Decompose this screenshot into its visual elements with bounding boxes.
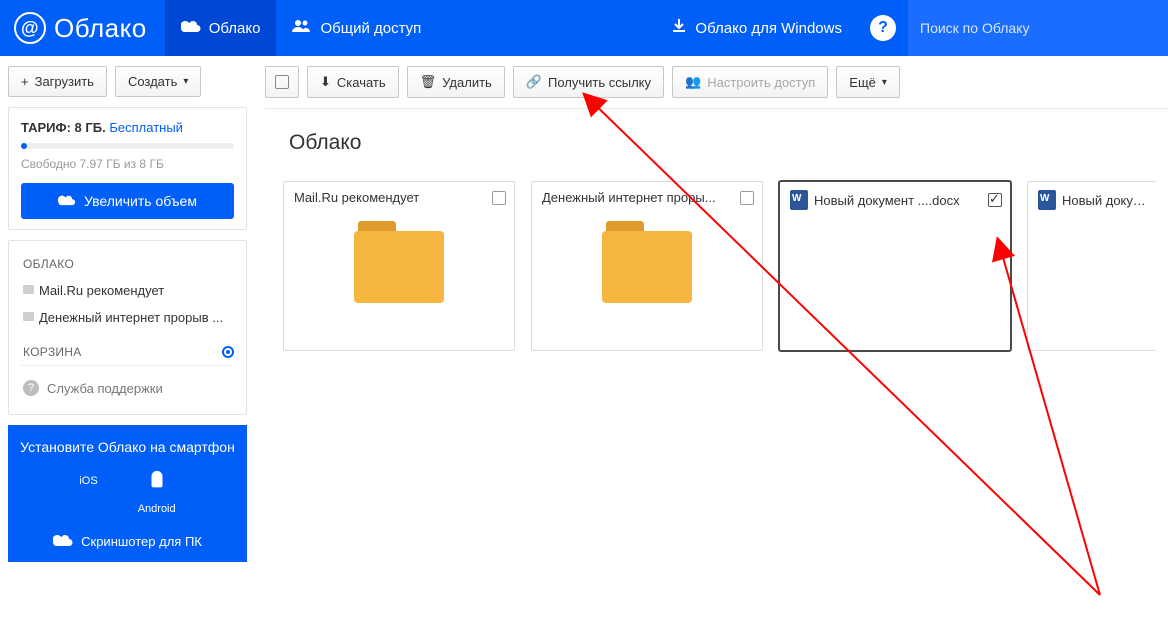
chevron-down-icon: ▾ bbox=[183, 76, 188, 87]
nav-shared-label: Общий доступ bbox=[320, 20, 421, 37]
promo-android[interactable]: Android bbox=[138, 469, 176, 515]
file-grid: Mail.Ru рекомендует Денежный интернет пр… bbox=[265, 163, 1168, 351]
upload-label: Загрузить bbox=[35, 74, 94, 89]
file-label: Новый документ ....docx bbox=[814, 193, 982, 208]
search-box[interactable] bbox=[908, 0, 1168, 56]
nav-cloud-label: Облако bbox=[209, 20, 261, 37]
more-label: Ещё bbox=[849, 75, 876, 90]
logo-at-icon: @ bbox=[14, 12, 46, 44]
upload-button[interactable]: + Загрузить bbox=[8, 66, 107, 97]
cloud-download-icon bbox=[53, 533, 73, 550]
breadcrumb-title: Облако bbox=[265, 108, 1168, 163]
delete-label: Удалить bbox=[442, 75, 492, 90]
file-card-folder[interactable]: Денежный интернет проры... bbox=[531, 181, 763, 351]
promo-screenshoter[interactable]: Скриншотер для ПК bbox=[18, 533, 237, 550]
link-icon: 🔗 bbox=[526, 74, 542, 90]
file-card-folder[interactable]: Mail.Ru рекомендует bbox=[283, 181, 515, 351]
logo-text: Облако bbox=[54, 13, 147, 44]
trash-indicator-icon bbox=[222, 346, 234, 358]
sidebar: + Загрузить Создать ▾ ТАРИФ: 8 ГБ. Беспл… bbox=[0, 56, 255, 562]
question-icon: ? bbox=[23, 380, 39, 396]
tree-panel: ОБЛАКО Mail.Ru рекомендует Денежный инте… bbox=[8, 240, 247, 415]
support-link[interactable]: ? Служба поддержки bbox=[21, 365, 234, 410]
section-cloud-label: ОБЛАКО bbox=[23, 257, 74, 271]
section-cloud-head[interactable]: ОБЛАКО bbox=[23, 257, 234, 271]
delete-button[interactable]: 🗑 Удалить bbox=[407, 66, 505, 98]
more-button[interactable]: Ещё ▾ bbox=[836, 66, 900, 98]
file-checkbox[interactable] bbox=[988, 193, 1002, 207]
download-label: Скачать bbox=[337, 75, 386, 90]
logo[interactable]: @ Облако bbox=[0, 0, 165, 56]
promo-ios[interactable]: iOS bbox=[79, 469, 97, 515]
folder-icon bbox=[602, 231, 692, 303]
promo-ios-label: iOS bbox=[79, 475, 97, 487]
select-all-checkbox[interactable] bbox=[265, 66, 299, 98]
search-input[interactable] bbox=[920, 20, 1156, 36]
folder-icon bbox=[354, 231, 444, 303]
help-button[interactable]: ? bbox=[870, 15, 896, 41]
tariff-plan-link[interactable]: Бесплатный bbox=[109, 120, 183, 135]
tariff-label: ТАРИФ: 8 ГБ. bbox=[21, 120, 106, 135]
get-link-label: Получить ссылку bbox=[548, 75, 651, 90]
configure-access-button[interactable]: 👥 Настроить доступ bbox=[672, 66, 828, 98]
trash-icon: 🗑 bbox=[420, 74, 437, 90]
get-link-button[interactable]: 🔗 Получить ссылку bbox=[513, 66, 664, 98]
tariff-line: ТАРИФ: 8 ГБ. Бесплатный bbox=[21, 120, 234, 135]
section-trash-head[interactable]: КОРЗИНА bbox=[23, 345, 234, 359]
word-doc-icon bbox=[1038, 190, 1056, 210]
file-label: Денежный интернет проры... bbox=[542, 190, 734, 205]
cloud-icon bbox=[58, 193, 76, 209]
file-checkbox[interactable] bbox=[740, 191, 754, 205]
chevron-down-icon: ▾ bbox=[882, 77, 887, 88]
enlarge-label: Увеличить объем bbox=[84, 193, 197, 209]
configure-label: Настроить доступ bbox=[707, 75, 815, 90]
people-icon: 👥 bbox=[685, 74, 701, 90]
create-button[interactable]: Создать ▾ bbox=[115, 66, 201, 97]
download-icon: ⬇ bbox=[320, 74, 331, 90]
android-icon bbox=[138, 469, 176, 497]
promo-android-label: Android bbox=[138, 503, 176, 515]
file-card-doc[interactable]: Новый докумен bbox=[1027, 181, 1157, 351]
file-label: Новый докумен bbox=[1062, 193, 1149, 208]
cloud-icon bbox=[181, 19, 201, 37]
storage-free: Свободно 7.97 ГБ из 8 ГБ bbox=[21, 157, 234, 171]
download-button[interactable]: ⬇ Скачать bbox=[307, 66, 399, 98]
toolbar: ⬇ Скачать 🗑 Удалить 🔗 Получить ссылку 👥 … bbox=[265, 66, 1168, 108]
nav-windows[interactable]: Облако для Windows bbox=[655, 0, 858, 56]
section-trash-label: КОРЗИНА bbox=[23, 345, 82, 359]
file-checkbox[interactable] bbox=[492, 191, 506, 205]
plus-icon: + bbox=[21, 74, 29, 89]
download-icon bbox=[671, 18, 687, 38]
word-doc-icon bbox=[790, 190, 808, 210]
sidebar-item-recommend[interactable]: Mail.Ru рекомендует bbox=[21, 277, 234, 304]
top-bar: @ Облако Облако Общий доступ Облако для … bbox=[0, 0, 1168, 56]
storage-bar bbox=[21, 143, 234, 149]
file-card-doc-selected[interactable]: Новый документ ....docx bbox=[779, 181, 1011, 351]
promo-scr-label: Скриншотер для ПК bbox=[81, 534, 202, 549]
nav-shared[interactable]: Общий доступ bbox=[276, 0, 437, 56]
nav-windows-label: Облако для Windows bbox=[695, 20, 842, 37]
tariff-panel: ТАРИФ: 8 ГБ. Бесплатный Свободно 7.97 ГБ… bbox=[8, 107, 247, 230]
main-area: ⬇ Скачать 🗑 Удалить 🔗 Получить ссылку 👥 … bbox=[255, 56, 1168, 562]
sidebar-item-money[interactable]: Денежный интернет прорыв ... bbox=[21, 304, 234, 331]
promo-panel: Установите Облако на смартфон iOS Androi… bbox=[8, 425, 247, 562]
enlarge-button[interactable]: Увеличить объем bbox=[21, 183, 234, 219]
support-label: Служба поддержки bbox=[47, 381, 163, 396]
file-label: Mail.Ru рекомендует bbox=[294, 190, 486, 205]
promo-title: Установите Облако на смартфон bbox=[18, 439, 237, 455]
create-label: Создать bbox=[128, 74, 177, 89]
nav-cloud[interactable]: Облако bbox=[165, 0, 277, 56]
people-icon bbox=[292, 19, 312, 37]
